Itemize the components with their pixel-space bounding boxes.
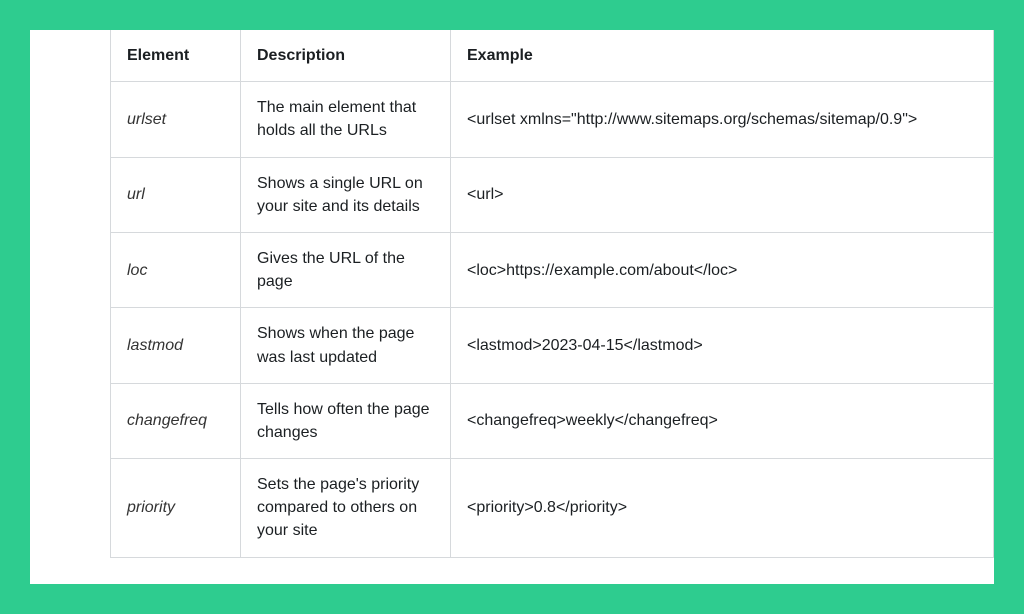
table-row: changefreq Tells how often the page chan… (111, 383, 994, 458)
table-row: url Shows a single URL on your site and … (111, 157, 994, 232)
element-name: loc (111, 232, 241, 307)
table-header-row: Element Description Example (111, 30, 994, 82)
table-row: loc Gives the URL of the page <loc>https… (111, 232, 994, 307)
element-name: changefreq (111, 383, 241, 458)
element-example: <loc>https://example.com/about</loc> (451, 232, 994, 307)
header-element: Element (111, 30, 241, 82)
element-description: The main element that holds all the URLs (241, 82, 451, 157)
element-name: lastmod (111, 308, 241, 383)
element-example: <changefreq>weekly</changefreq> (451, 383, 994, 458)
table-row: lastmod Shows when the page was last upd… (111, 308, 994, 383)
header-example: Example (451, 30, 994, 82)
element-example: <urlset xmlns="http://www.sitemaps.org/s… (451, 82, 994, 157)
element-description: Shows a single URL on your site and its … (241, 157, 451, 232)
element-example: <lastmod>2023-04-15</lastmod> (451, 308, 994, 383)
element-example: <priority>0.8</priority> (451, 459, 994, 558)
header-description: Description (241, 30, 451, 82)
element-name: urlset (111, 82, 241, 157)
element-description: Gives the URL of the page (241, 232, 451, 307)
element-description: Shows when the page was last updated (241, 308, 451, 383)
document-container: Element Description Example urlset The m… (30, 30, 994, 584)
table-row: urlset The main element that holds all t… (111, 82, 994, 157)
element-description: Tells how often the page changes (241, 383, 451, 458)
element-name: priority (111, 459, 241, 558)
element-example: <url> (451, 157, 994, 232)
element-description: Sets the page's priority compared to oth… (241, 459, 451, 558)
table-row: priority Sets the page's priority compar… (111, 459, 994, 558)
sitemap-elements-table: Element Description Example urlset The m… (110, 30, 994, 558)
element-name: url (111, 157, 241, 232)
